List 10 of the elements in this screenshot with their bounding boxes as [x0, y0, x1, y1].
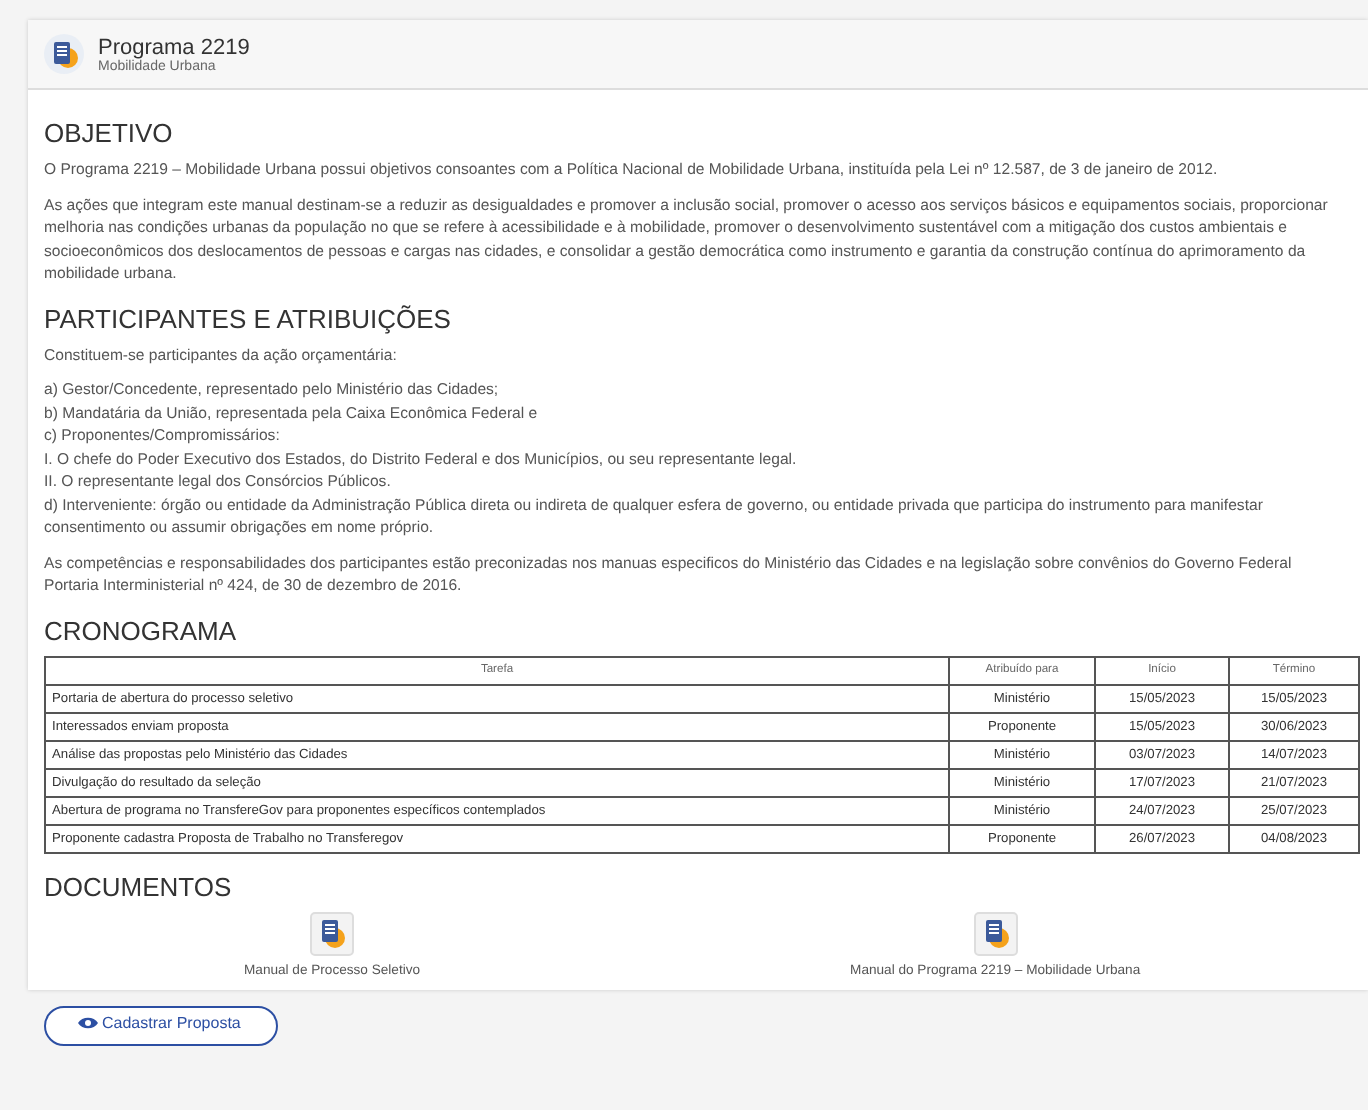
document-icon[interactable]: [973, 911, 1018, 955]
register-proposal-button[interactable]: Cadastrar Proposta: [44, 1005, 278, 1045]
section-heading: OBJETIVO: [44, 118, 175, 148]
document-icon: [44, 34, 84, 74]
section-heading: DOCUMENTOS: [44, 871, 234, 901]
eye-icon: [78, 1016, 98, 1030]
page-title: Programa 2219: [98, 35, 250, 59]
document-icon[interactable]: [310, 911, 355, 955]
section-heading: CRONOGRAMA: [44, 615, 239, 645]
section-heading: PARTICIPANTES E ATRIBUIÇÕES: [44, 303, 453, 333]
